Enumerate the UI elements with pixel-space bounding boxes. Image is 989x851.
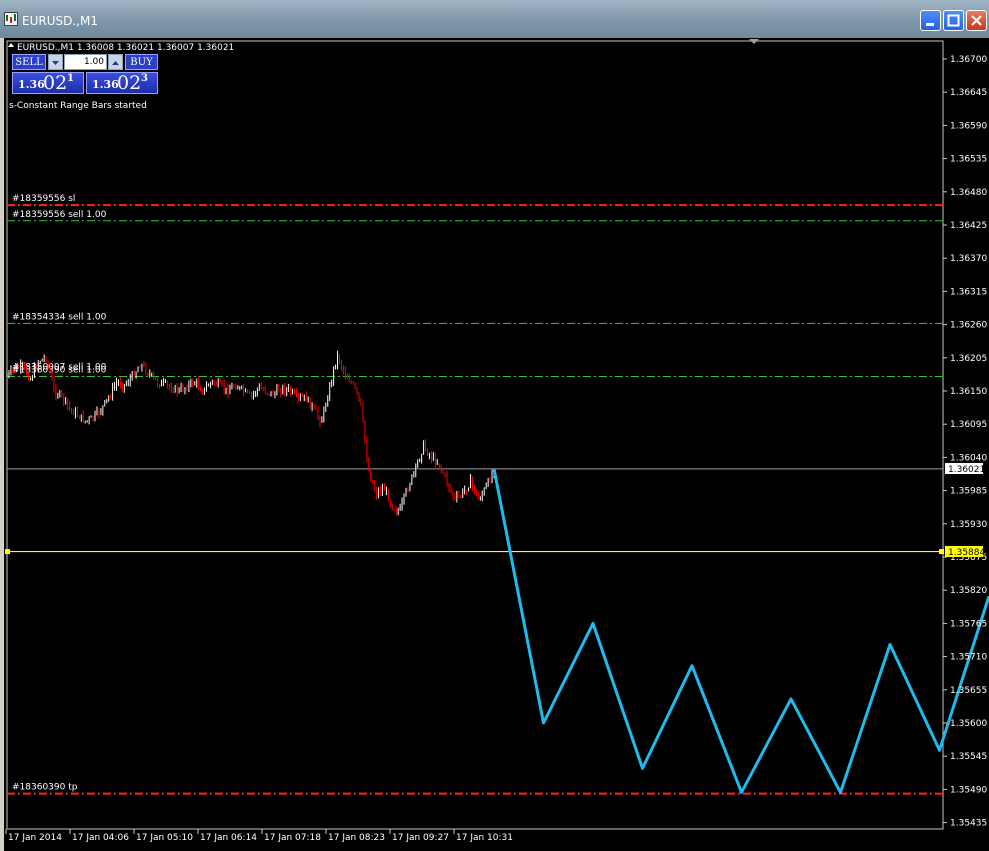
plot-frame xyxy=(6,40,944,830)
price-tick-label: 1.35545 xyxy=(950,752,987,762)
collapse-arrow-icon[interactable] xyxy=(8,43,14,47)
price-tick-label: 1.36260 xyxy=(950,321,987,331)
price-tick-label: 1.36205 xyxy=(950,354,987,364)
lot-increase-button[interactable] xyxy=(108,54,123,70)
price-tick-label: 1.35930 xyxy=(950,520,987,530)
time-tick-label: 17 Jan 08:23 xyxy=(328,833,385,843)
order-line-label: #18360390 tp xyxy=(12,783,78,793)
maximize-icon xyxy=(947,14,960,27)
bid-price-pips: 02 xyxy=(43,72,68,94)
price-tick-label: 1.35490 xyxy=(950,785,987,795)
window-titlebar[interactable]: EURUSD.,M1 xyxy=(0,0,989,38)
time-tick-label: 17 Jan 05:10 xyxy=(136,833,193,843)
symbol-header: EURUSD.,M1 1.36008 1.36021 1.36007 1.360… xyxy=(17,43,234,53)
projection-zigzag xyxy=(492,468,989,794)
price-tick-label: 1.36095 xyxy=(950,420,987,430)
lot-decrease-button[interactable] xyxy=(48,54,63,70)
time-tick-label: 17 Jan 2014 xyxy=(8,833,62,843)
minimize-icon xyxy=(926,23,934,26)
order-line-label: #18359556 sell 1.00 xyxy=(12,210,107,220)
price-tick-label: 1.35710 xyxy=(950,653,987,663)
price-tick-label: 1.35435 xyxy=(950,819,987,829)
yellow-line-handle[interactable] xyxy=(939,549,944,555)
close-button[interactable] xyxy=(966,10,987,31)
window-title: EURUSD.,M1 xyxy=(22,14,98,28)
price-tick-label: 1.36370 xyxy=(950,254,987,264)
order-line-label: #18354334 sell 1.00 xyxy=(12,312,107,322)
price-tick-label: 1.36425 xyxy=(950,221,987,231)
time-tick-label: 17 Jan 04:06 xyxy=(72,833,129,843)
ask-price-pips: 02 xyxy=(117,72,142,94)
time-tick-label: 17 Jan 10:31 xyxy=(456,833,513,843)
price-tick-label: 1.36700 xyxy=(950,55,987,65)
minimize-button[interactable] xyxy=(920,10,941,31)
projection-line xyxy=(492,468,989,794)
maximize-button[interactable] xyxy=(943,10,964,31)
ask-price-prefix: 1.36 xyxy=(92,78,119,91)
ask-price-fraction: 3 xyxy=(141,73,148,84)
price-tick-label: 1.35985 xyxy=(950,487,987,497)
ask-price-button[interactable]: 1.36 02 3 xyxy=(86,72,158,94)
close-icon xyxy=(971,15,982,26)
price-tick-label: 1.35820 xyxy=(950,586,987,596)
bid-price-button[interactable]: 1.36 02 1 xyxy=(12,72,84,94)
price-tick-label: 1.35765 xyxy=(950,619,987,629)
chevron-up-icon xyxy=(112,61,119,65)
sell-button[interactable]: SELL xyxy=(12,54,46,70)
price-tick-label: 1.36645 xyxy=(950,88,987,98)
bid-price-prefix: 1.36 xyxy=(18,78,45,91)
price-tick-label: 1.36480 xyxy=(950,188,987,198)
time-tick-label: 17 Jan 07:18 xyxy=(264,833,321,843)
current-price-label: 1.36021 xyxy=(948,465,985,475)
price-axis[interactable]: 1.36700 1.36645 1.36590 1.36535 1.36480 1.364… xyxy=(943,55,987,829)
bid-price-fraction: 1 xyxy=(67,73,74,84)
price-tick-label: 1.36535 xyxy=(950,155,987,165)
time-tick-label: 17 Jan 06:14 xyxy=(200,833,257,843)
chart-canvas[interactable]: EURUSD.,M1 1.36008 1.36021 1.36007 1.360… xyxy=(4,38,989,851)
yellow-line-handle[interactable] xyxy=(5,549,10,555)
price-tick-label: 1.35655 xyxy=(950,686,987,696)
chart-window: EURUSD.,M1 EURUSD.,M1 1.36008 1.36021 1.… xyxy=(0,0,989,851)
chart-window-icon xyxy=(4,12,18,26)
price-tick-label: 1.36150 xyxy=(950,387,987,397)
price-tick-label: 1.35600 xyxy=(950,719,987,729)
time-tick-label: 17 Jan 09:27 xyxy=(392,833,449,843)
price-tick-label: 1.36315 xyxy=(950,287,987,297)
order-line-label: #18359556 sl xyxy=(12,194,75,204)
time-axis[interactable]: 17 Jan 2014 17 Jan 04:06 17 Jan 05:10 17 Ja… xyxy=(5,829,513,843)
one-click-trading-panel: SELL 1.00 BUY 1.36 02 1 1.36 02 3 xyxy=(12,54,158,94)
yellow-line-label: 1.35884 xyxy=(948,548,985,558)
price-tick-label: 1.36590 xyxy=(950,121,987,131)
chevron-down-icon xyxy=(52,61,59,65)
status-message: s-Constant Range Bars started xyxy=(9,101,147,111)
lot-size-field[interactable]: 1.00 xyxy=(64,54,107,70)
buy-button[interactable]: BUY xyxy=(125,54,158,70)
price-tick-label: 1.36040 xyxy=(950,453,987,463)
price-chart[interactable]: EURUSD.,M1 1.36008 1.36021 1.36007 1.360… xyxy=(4,38,989,851)
